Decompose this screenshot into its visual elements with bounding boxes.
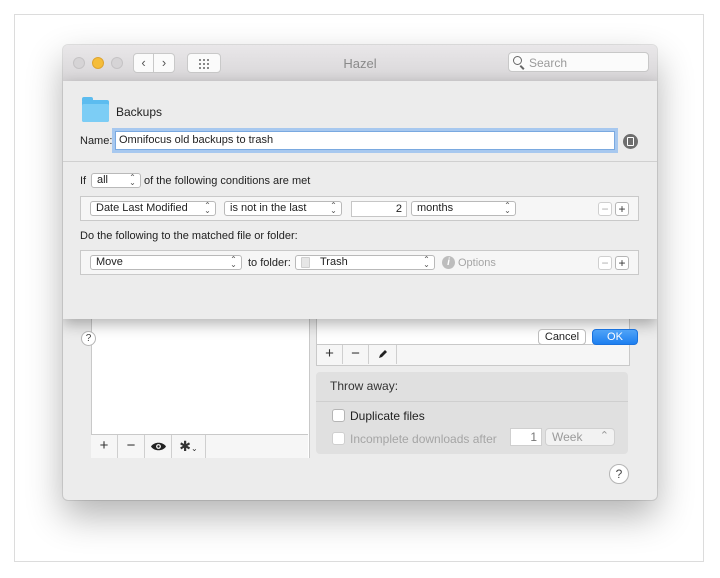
duplicate-files-checkbox[interactable] xyxy=(332,409,345,422)
rule-editor-sheet: Backups Name: Omnifocus old backups to t… xyxy=(63,81,657,346)
incomplete-downloads-checkbox[interactable] xyxy=(332,432,345,445)
duplicate-files-label: Duplicate files xyxy=(350,409,425,423)
folder-icon xyxy=(82,97,109,122)
action-verb-popup[interactable]: Move ⌃ ⌄ xyxy=(90,255,242,270)
remove-action-button[interactable]: − xyxy=(598,256,612,270)
options-icon[interactable]: i xyxy=(442,256,455,269)
stepper-arrows-icon: ⌃ ⌄ xyxy=(330,201,337,215)
stepper-arrows-icon: ⌃ ⌄ xyxy=(230,255,237,269)
condition-operator-popup[interactable]: is not in the last ⌃ ⌄ xyxy=(224,201,342,216)
folder-name: Backups xyxy=(116,105,163,119)
incomplete-amount-field[interactable]: 1 xyxy=(510,428,542,446)
add-action-button[interactable]: + xyxy=(615,256,629,270)
cancel-button[interactable]: Cancel xyxy=(538,329,586,345)
condition-unit-popup[interactable]: months ⌃ ⌄ xyxy=(411,201,516,216)
gear-menu-button[interactable]: ✱⌄ xyxy=(172,435,206,458)
incomplete-unit-popup[interactable]: Week ⌃ xyxy=(545,428,615,446)
stepper-arrows-icon: ⌃ xyxy=(599,430,609,442)
stepper-arrows-icon: ⌃ ⌄ xyxy=(204,201,211,215)
divider xyxy=(63,161,657,162)
rule-name-input[interactable]: Omnifocus old backups to trash xyxy=(115,131,615,150)
sheet-help-button[interactable]: ? xyxy=(81,331,96,346)
stepper-arrows-icon: ⌃ ⌄ xyxy=(423,255,430,269)
edit-rule-button[interactable] xyxy=(369,345,397,364)
add-condition-button[interactable]: + xyxy=(615,202,629,216)
search-icon xyxy=(513,56,522,65)
match-mode-value: all xyxy=(97,174,109,186)
name-label: Name: xyxy=(80,135,113,147)
condition-operator-value: is not in the last xyxy=(230,202,307,214)
stepper-arrows-icon: ⌃ ⌄ xyxy=(129,173,136,187)
remove-rule-button[interactable]: − xyxy=(343,345,369,364)
info-icon[interactable] xyxy=(623,134,638,149)
pencil-icon xyxy=(378,350,387,358)
remove-folder-button[interactable]: − xyxy=(118,435,145,458)
action-verb-value: Move xyxy=(96,256,123,268)
target-folder-value: Trash xyxy=(320,256,348,268)
condition-attribute-value: Date Last Modified xyxy=(96,202,188,214)
chevron-down-icon: ⌄ xyxy=(191,444,198,453)
search-field[interactable]: Search xyxy=(508,52,649,72)
target-folder-popup[interactable]: Trash ⌃ ⌄ xyxy=(295,255,435,270)
incomplete-unit-value: Week xyxy=(552,430,583,444)
throw-away-title: Throw away: xyxy=(330,379,399,393)
action-row: Move ⌃ ⌄ to folder: Trash ⌃ ⌄ i Options − … xyxy=(80,250,639,275)
search-placeholder: Search xyxy=(529,56,568,70)
condition-attribute-popup[interactable]: Date Last Modified ⌃ ⌄ xyxy=(90,201,216,216)
help-button[interactable]: ? xyxy=(609,464,629,484)
condition-amount-field[interactable]: 2 xyxy=(351,201,407,217)
add-folder-button[interactable]: + xyxy=(91,435,118,458)
ok-button[interactable]: OK xyxy=(592,329,638,345)
conditions-suffix: of the following conditions are met xyxy=(144,175,311,187)
rules-toolbar: + − xyxy=(316,344,630,366)
divider xyxy=(316,401,628,402)
stepper-arrows-icon: ⌃ ⌄ xyxy=(504,201,511,215)
remove-condition-button[interactable]: − xyxy=(598,202,612,216)
folders-toolbar: + − ✱⌄ xyxy=(91,434,308,458)
title-bar: ‹ › Hazel Search xyxy=(63,45,657,82)
if-label: If xyxy=(80,175,87,187)
eye-button[interactable] xyxy=(145,435,172,458)
actions-label: Do the following to the matched file or … xyxy=(80,230,298,242)
trash-icon xyxy=(301,257,310,268)
incomplete-downloads-label: Incomplete downloads after xyxy=(350,432,497,446)
options-label: Options xyxy=(458,257,496,269)
condition-unit-value: months xyxy=(417,202,454,214)
add-rule-button[interactable]: + xyxy=(317,345,343,364)
gear-icon: ✱ xyxy=(179,438,192,454)
eye-icon xyxy=(150,442,166,451)
condition-row: Date Last Modified ⌃ ⌄ is not in the last… xyxy=(80,196,639,221)
to-folder-label: to folder: xyxy=(248,257,291,269)
hazel-window: ‹ › Hazel Search + − ✱⌄ + − Throw away: … xyxy=(63,45,657,500)
match-mode-popup[interactable]: all ⌃ ⌄ xyxy=(91,173,141,188)
